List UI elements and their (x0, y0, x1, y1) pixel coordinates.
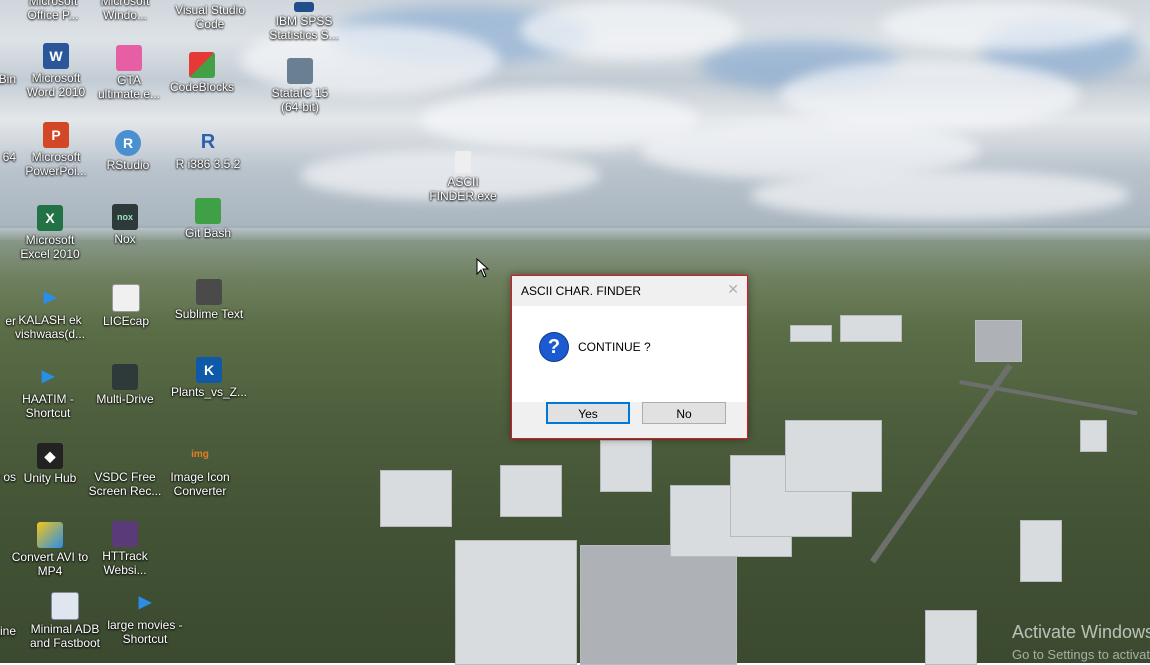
icon-label: large movies - Shortcut (107, 618, 183, 646)
icon-label: Multi-Drive (96, 392, 154, 406)
convert-avi-icon (37, 522, 63, 548)
icon-label: KALASH ek vishwaas(d... (14, 313, 86, 341)
icon-label: HAATIM - Shortcut (22, 392, 74, 420)
multidrive-icon (112, 364, 138, 390)
icon-label: Visual Studio Code (175, 3, 245, 31)
desktop-icon-multidrive[interactable]: Multi-Drive (86, 364, 164, 406)
yes-button[interactable]: Yes (546, 402, 630, 424)
r-icon: R (200, 131, 216, 153)
icon-label: Minimal ADB and Fastboot (29, 622, 101, 650)
spss-icon (294, 2, 314, 12)
icon-label: CodeBlocks (169, 80, 235, 94)
icon-label: VSDC Free Screen Rec... (88, 470, 162, 498)
adb-icon (51, 592, 79, 620)
desktop-icon-spss[interactable]: IBM SPSS Statistics S... (265, 2, 343, 42)
rstudio-icon: R (115, 130, 141, 156)
desktop-icon-codeblocks[interactable]: CodeBlocks (163, 52, 241, 94)
no-button[interactable]: No (642, 402, 726, 424)
httrack-icon (112, 521, 138, 547)
desktop-icon-ascii-finder[interactable]: ASCII FINDER.exe (424, 151, 502, 203)
icon-label: IBM SPSS Statistics S... (269, 14, 339, 42)
desktop-icon-git-bash[interactable]: Git Bash (169, 198, 247, 240)
desktop-icon-image-converter[interactable]: img Image Icon Converter (161, 442, 239, 498)
powerpoint-icon: P (43, 122, 69, 148)
unity-icon: ◆ (37, 443, 63, 469)
dialog-title: ASCII CHAR. FINDER (521, 284, 642, 298)
icon-label: Microsoft PowerPoi... (25, 150, 87, 178)
sublime-icon (196, 279, 222, 305)
icon-label: LICEcap (102, 314, 150, 328)
mouse-cursor-icon (476, 258, 490, 278)
desktop-icon-sublime[interactable]: Sublime Text (170, 279, 248, 321)
icon-label: Microsoft Word 2010 (26, 71, 86, 99)
desktop-icon-stata[interactable]: StataIC 15 (64-bit) (261, 58, 339, 114)
dialog-message: CONTINUE ? (578, 340, 651, 354)
nox-icon: nox (112, 204, 138, 230)
desktop-icon-vsdc[interactable]: VSDC Free Screen Rec... (86, 442, 164, 498)
image-converter-icon: img (191, 449, 209, 460)
icon-label: Microsoft Excel 2010 (20, 233, 80, 261)
desktop-icon-windows[interactable]: Microsoft Windo... (86, 0, 164, 22)
video-shortcut-icon: ▶ (41, 368, 55, 385)
desktop-icon-rstudio[interactable]: R RStudio (89, 130, 167, 172)
gta-icon (116, 45, 142, 71)
licecap-icon (112, 284, 140, 312)
desktop-icon-powerpoint[interactable]: P Microsoft PowerPoi... (17, 122, 95, 178)
desktop-icon-minimal-adb[interactable]: Minimal ADB and Fastboot (26, 592, 104, 650)
video-shortcut-icon: ▶ (43, 289, 57, 306)
activate-windows-watermark: Activate Windows (1012, 622, 1150, 642)
codeblocks-icon (189, 52, 215, 78)
desktop-icon-large-movies[interactable]: ▶ large movies - Shortcut (106, 590, 184, 646)
desktop-icon-haatim[interactable]: ▶ HAATIM - Shortcut (9, 364, 87, 420)
stata-icon (287, 58, 313, 84)
desktop-icon-vscode[interactable]: Visual Studio Code (171, 3, 249, 31)
icon-label: Microsoft Office P... (27, 0, 79, 22)
desktop-icon-httrack[interactable]: HTTrack Websi... (86, 521, 164, 577)
video-shortcut-icon: ▶ (138, 594, 152, 611)
desktop-icon-office[interactable]: Microsoft Office P... (14, 0, 92, 22)
icon-label: GTA ultimate.e... (97, 73, 161, 101)
question-icon: ? (539, 332, 569, 362)
icon-label: RStudio (106, 158, 150, 172)
icon-label: Nox (114, 232, 136, 246)
close-icon[interactable]: ✕ (727, 281, 739, 298)
activate-windows-hint: Go to Settings to activate (1012, 647, 1150, 662)
vsdc-icon (112, 442, 138, 468)
icon-label: StataIC 15 (64-bit) (271, 86, 329, 114)
icon-label: Sublime Text (174, 307, 244, 321)
desktop-icon-kalash[interactable]: ▶ KALASH ek vishwaas(d... (11, 285, 89, 341)
desktop-icon-licecap[interactable]: LICEcap (87, 284, 165, 328)
icon-label: Convert AVI to MP4 (11, 550, 89, 578)
dialog-body: ? CONTINUE ? (512, 306, 747, 402)
icon-label: Unity Hub (23, 471, 77, 485)
icon-label: ASCII FINDER.exe (429, 175, 497, 203)
desktop-icon-word[interactable]: W Microsoft Word 2010 (17, 43, 95, 99)
icon-label: R i386 3.5.2 (175, 157, 241, 171)
git-bash-icon (195, 198, 221, 224)
desktop-icon-unity-hub[interactable]: ◆ Unity Hub (11, 443, 89, 485)
plants-vs-zombies-icon: K (196, 357, 222, 383)
icon-label: Microsoft Windo... (100, 0, 150, 22)
excel-icon: X (37, 205, 63, 231)
icon-label: HTTrack Websi... (102, 549, 148, 577)
desktop-icon-gta[interactable]: GTA ultimate.e... (90, 45, 168, 101)
desktop-icon-r[interactable]: R R i386 3.5.2 (169, 129, 247, 171)
word-icon: W (43, 43, 69, 69)
desktop-icon-plants-vs-zombies[interactable]: K Plants_vs_Z... (170, 357, 248, 399)
icon-label: Git Bash (184, 226, 232, 240)
icon-label: Plants_vs_Z... (170, 385, 248, 399)
desktop-icon-nox[interactable]: nox Nox (86, 204, 164, 246)
exe-file-icon (455, 151, 471, 173)
desktop-icon-excel[interactable]: X Microsoft Excel 2010 (11, 205, 89, 261)
desktop-icon-convert-avi[interactable]: Convert AVI to MP4 (11, 522, 89, 578)
message-dialog: ASCII CHAR. FINDER ✕ ? CONTINUE ? Yes No (511, 275, 748, 439)
icon-label: Image Icon Converter (170, 470, 230, 498)
